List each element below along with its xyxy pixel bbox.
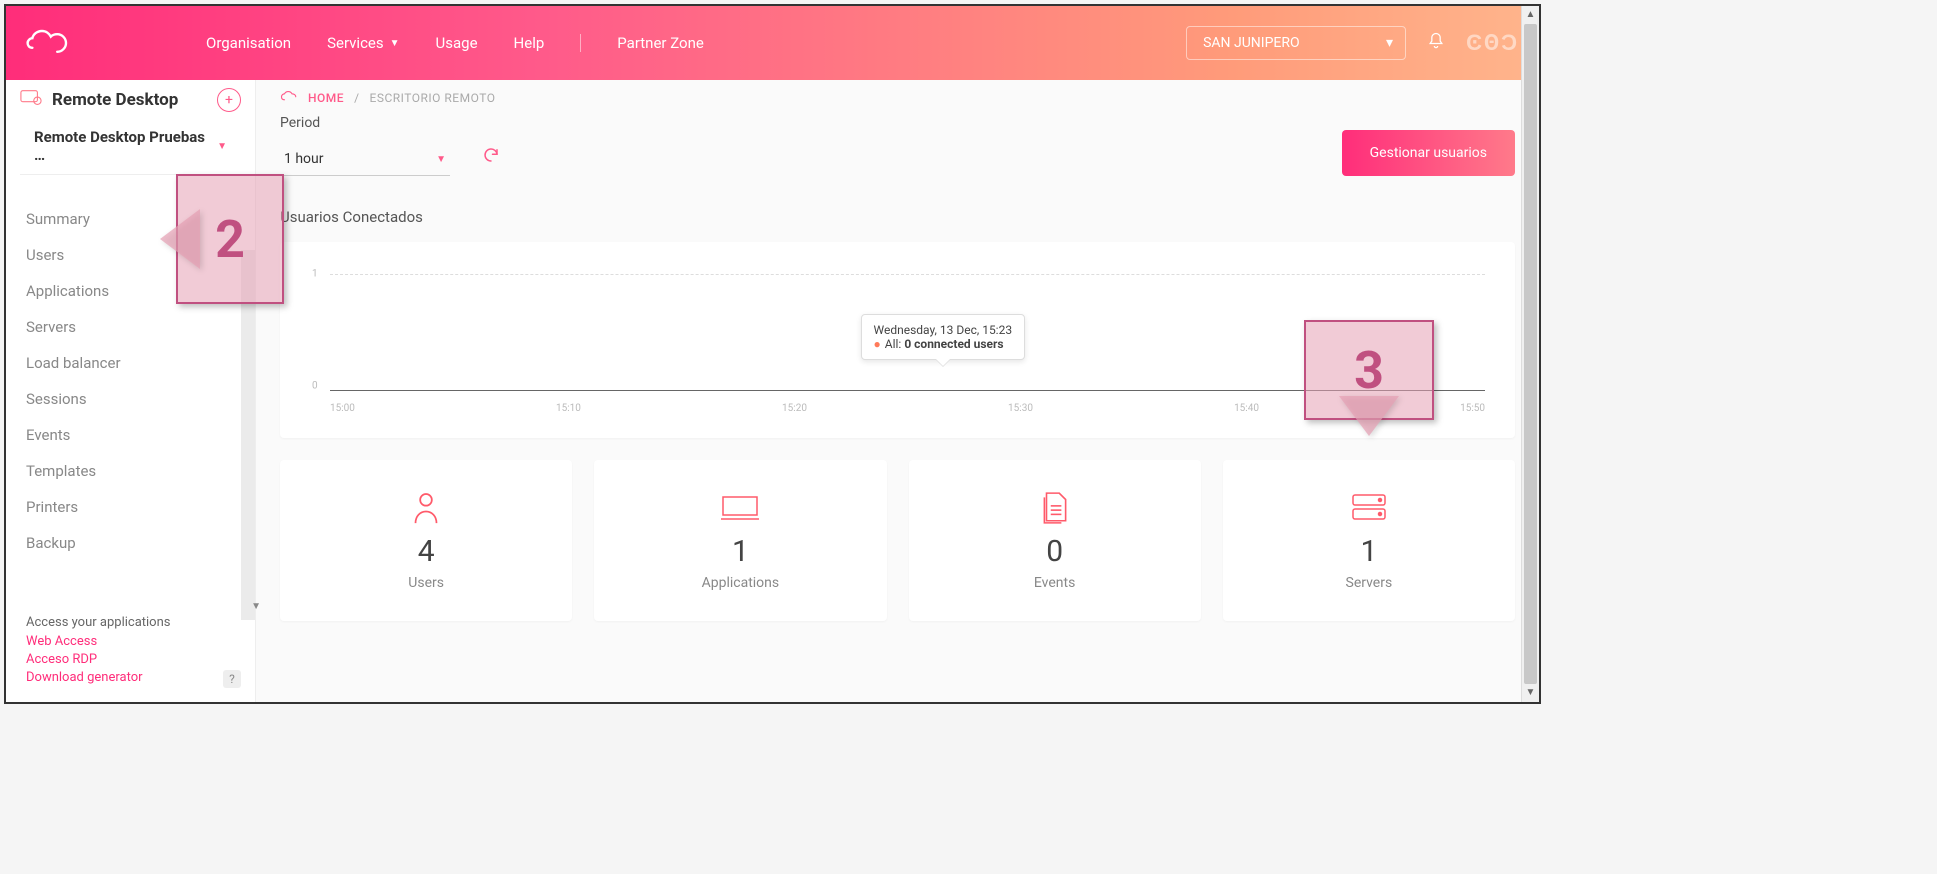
card-label: Events bbox=[1034, 575, 1075, 591]
sidebar-item-load-balancer[interactable]: Load balancer bbox=[6, 345, 255, 381]
top-right: SAN JUNIPERO ϾΘϽ bbox=[1186, 26, 1519, 60]
refresh-icon[interactable] bbox=[482, 146, 500, 176]
card-users[interactable]: 4 Users bbox=[280, 460, 572, 621]
card-applications[interactable]: 1 Applications bbox=[594, 460, 886, 621]
remote-desktop-icon bbox=[20, 89, 42, 111]
brand-logo[interactable] bbox=[26, 28, 86, 58]
card-events[interactable]: 0 Events bbox=[909, 460, 1201, 621]
card-value: 1 bbox=[732, 534, 749, 569]
window-scrollbar[interactable]: ▲ ▼ bbox=[1521, 6, 1539, 702]
breadcrumb: HOME / ESCRITORIO REMOTO bbox=[280, 90, 1515, 105]
card-value: 0 bbox=[1046, 534, 1063, 569]
notifications-bell-icon[interactable] bbox=[1426, 29, 1446, 57]
sidebar-scrollbar[interactable] bbox=[241, 250, 255, 620]
sidebar-item-events[interactable]: Events bbox=[6, 417, 255, 453]
breadcrumb-home[interactable]: HOME bbox=[308, 91, 344, 105]
nav-partner-zone[interactable]: Partner Zone bbox=[617, 34, 704, 52]
breadcrumb-current: ESCRITORIO REMOTO bbox=[370, 91, 496, 105]
top-nav: Organisation Services▼ Usage Help Partne… bbox=[206, 34, 704, 52]
document-icon bbox=[1040, 488, 1070, 528]
instance-selector[interactable]: Remote Desktop Pruebas …▼ bbox=[34, 128, 227, 164]
chevron-down-icon: ▼ bbox=[217, 141, 227, 152]
sidebar-footer: Access your applications Web Access Acce… bbox=[6, 605, 255, 702]
top-bar: Organisation Services▼ Usage Help Partne… bbox=[6, 6, 1539, 80]
link-download-generator[interactable]: Download generator bbox=[26, 670, 235, 685]
link-acceso-rdp[interactable]: Acceso RDP bbox=[26, 652, 235, 667]
user-icon bbox=[412, 488, 440, 528]
manage-users-button[interactable]: Gestionar usuarios bbox=[1342, 130, 1515, 176]
nav-organisation[interactable]: Organisation bbox=[206, 34, 291, 52]
sidebar-item-printers[interactable]: Printers bbox=[6, 489, 255, 525]
monitor-icon bbox=[721, 488, 759, 528]
sidebar-item-sessions[interactable]: Sessions bbox=[6, 381, 255, 417]
secondary-logo: ϾΘϽ bbox=[1466, 30, 1519, 56]
summary-cards: 4 Users 1 Applications 0 Events 1 Server… bbox=[280, 460, 1515, 621]
y-tick: 1 bbox=[312, 269, 318, 280]
period-label: Period bbox=[280, 115, 450, 131]
nav-services[interactable]: Services▼ bbox=[327, 34, 399, 52]
app-window: Organisation Services▼ Usage Help Partne… bbox=[4, 4, 1541, 704]
help-icon[interactable]: ? bbox=[223, 670, 241, 688]
annotation-step-2: 2 bbox=[176, 174, 284, 304]
sidebar-footer-header: Access your applications bbox=[26, 615, 235, 630]
card-servers[interactable]: 1 Servers bbox=[1223, 460, 1515, 621]
scroll-up-icon[interactable]: ▲ bbox=[1522, 6, 1539, 24]
period-dropdown[interactable]: 1 hour▼ bbox=[280, 145, 450, 176]
annotation-step-3: 3 bbox=[1304, 320, 1434, 420]
sidebar-item-templates[interactable]: Templates bbox=[6, 453, 255, 489]
scroll-down-icon[interactable]: ▼ bbox=[1522, 684, 1539, 702]
cloud-icon bbox=[280, 90, 298, 105]
link-web-access[interactable]: Web Access bbox=[26, 634, 235, 649]
sidebar-header: Remote Desktop + bbox=[6, 80, 255, 124]
scroll-thumb[interactable] bbox=[1524, 24, 1537, 684]
card-label: Servers bbox=[1346, 575, 1393, 591]
y-tick: 0 bbox=[312, 381, 318, 392]
nav-usage[interactable]: Usage bbox=[436, 34, 478, 52]
nav-help[interactable]: Help bbox=[514, 34, 545, 52]
chevron-down-icon: ▼ bbox=[390, 38, 400, 49]
chevron-down-icon: ▼ bbox=[436, 154, 446, 165]
breadcrumb-separator: / bbox=[354, 91, 359, 105]
gridline bbox=[330, 274, 1485, 275]
card-label: Users bbox=[408, 575, 444, 591]
chart-title: Usuarios Conectados bbox=[280, 208, 1515, 226]
card-value: 4 bbox=[418, 534, 435, 569]
sidebar-title: Remote Desktop bbox=[52, 90, 207, 110]
sidebar-item-servers[interactable]: Servers bbox=[6, 309, 255, 345]
card-value: 1 bbox=[1360, 534, 1377, 569]
server-icon bbox=[1351, 488, 1387, 528]
nav-divider bbox=[580, 34, 581, 52]
add-button[interactable]: + bbox=[217, 88, 241, 112]
card-label: Applications bbox=[702, 575, 780, 591]
org-dropdown[interactable]: SAN JUNIPERO bbox=[1186, 26, 1406, 60]
sidebar-item-backup[interactable]: Backup bbox=[6, 525, 255, 561]
chart-tooltip: Wednesday, 13 Dec, 15:23 ●All: 0 connect… bbox=[861, 314, 1026, 360]
